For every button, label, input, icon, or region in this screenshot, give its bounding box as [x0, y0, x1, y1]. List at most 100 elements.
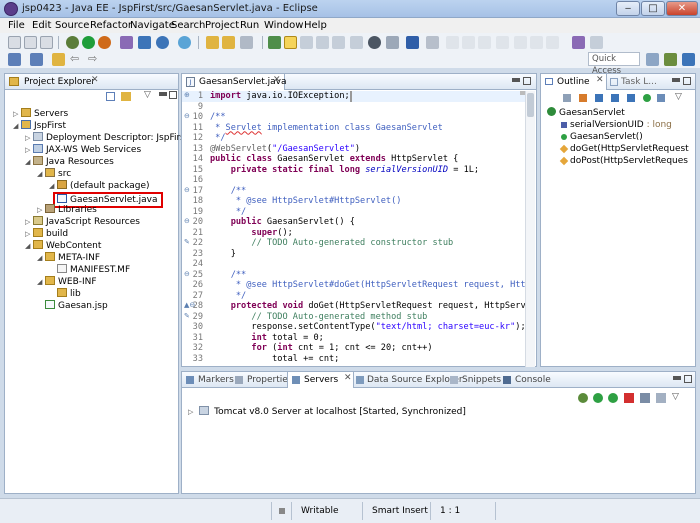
forward-icon[interactable]: ⇨: [88, 52, 97, 65]
outline-item[interactable]: GaesanServlet: [547, 107, 695, 119]
tree-item[interactable]: ◢ src: [13, 168, 178, 180]
outline-item[interactable]: GaesanServlet(): [547, 131, 695, 143]
tree-item[interactable]: ◢ WEB-INF: [13, 276, 178, 288]
tree-item[interactable]: ◢ META-INF: [13, 252, 178, 264]
close-icon[interactable]: ✕: [596, 75, 604, 85]
maximize-view-icon[interactable]: [684, 375, 692, 383]
expand-icon[interactable]: ▷: [25, 216, 33, 228]
tab-markers[interactable]: Markers: [198, 375, 234, 385]
search-icon[interactable]: [240, 36, 253, 49]
disconnect-icon[interactable]: [496, 36, 509, 49]
tab-properties[interactable]: Properties: [247, 375, 292, 385]
tab-snippets[interactable]: Snippets: [462, 375, 501, 385]
expand-icon[interactable]: ▷: [25, 132, 33, 144]
hide-nonpublic-icon[interactable]: [611, 94, 619, 102]
next-annotation-icon[interactable]: [8, 53, 21, 66]
minimize-view-icon[interactable]: [672, 78, 680, 82]
expand-icon[interactable]: ▷: [25, 228, 33, 240]
hide-local-types-icon[interactable]: [627, 94, 635, 102]
toggle-mark-icon[interactable]: [268, 36, 281, 49]
expand-icon[interactable]: ▷: [188, 408, 193, 416]
public-filter-icon[interactable]: [643, 94, 651, 102]
maximize-button[interactable]: □: [641, 1, 665, 16]
task-list-tab[interactable]: Task L...: [621, 77, 657, 87]
run-icon[interactable]: [82, 36, 95, 49]
publish-icon[interactable]: [640, 393, 650, 403]
collapse-icon[interactable]: ◢: [25, 156, 33, 168]
collapse-all-icon[interactable]: [106, 92, 115, 101]
project-explorer-tab[interactable]: Project Explorer ✕: [5, 74, 178, 90]
disconnect-icon[interactable]: [656, 393, 666, 403]
tree-item[interactable]: ▷ build: [13, 228, 178, 240]
menu-help[interactable]: Help: [304, 20, 327, 31]
editor-tab[interactable]: J GaesanServlet.java ✕: [182, 74, 287, 90]
close-icon[interactable]: ✕: [91, 75, 99, 85]
server-row[interactable]: ▷ Tomcat v8.0 Server at localhost [Start…: [188, 406, 466, 418]
menu-navigate[interactable]: Navigate: [130, 20, 175, 31]
tree-item[interactable]: ◢ Java Resources: [13, 156, 178, 168]
tasks-icon[interactable]: [572, 36, 585, 49]
tab-servers[interactable]: Servers ✕: [287, 372, 354, 388]
scrollbar-thumb[interactable]: [527, 93, 534, 117]
outline-tab[interactable]: Outline ✕: [541, 74, 607, 90]
code-area[interactable]: ⊕1import java.io.IOException;​9⊖10/**11 …: [182, 91, 526, 367]
collapse-icon[interactable]: ◢: [37, 276, 45, 288]
menu-search[interactable]: Search: [171, 20, 205, 31]
tree-item[interactable]: MANIFEST.MF: [13, 264, 178, 276]
menu-file[interactable]: File: [8, 20, 25, 31]
minimize-view-icon[interactable]: [512, 78, 520, 82]
link-icon[interactable]: [590, 36, 603, 49]
collapse-icon[interactable]: ◢: [25, 240, 33, 252]
grid-icon[interactable]: [386, 36, 399, 49]
outline-item[interactable]: doGet(HttpServletRequest: [547, 143, 695, 155]
web-browser-icon[interactable]: [178, 36, 191, 49]
coverage-icon[interactable]: [368, 36, 381, 49]
outline-item[interactable]: doPost(HttpServletReques: [547, 155, 695, 167]
maximize-view-icon[interactable]: [683, 77, 691, 85]
collapse-icon[interactable]: ◢: [37, 252, 45, 264]
expand-icon[interactable]: ▷: [37, 204, 45, 216]
javaee-perspective-icon[interactable]: [664, 53, 677, 66]
new-icon[interactable]: [8, 36, 21, 49]
maximize-view-icon[interactable]: [169, 91, 177, 99]
expand-icon[interactable]: ▷: [25, 144, 33, 156]
new-server-icon[interactable]: [120, 36, 133, 49]
step-into-icon[interactable]: [514, 36, 527, 49]
collapse-icon[interactable]: ◢: [13, 120, 21, 132]
menu-source[interactable]: Source: [55, 20, 89, 31]
tree-item[interactable]: Gaesan.jsp: [13, 300, 178, 312]
save-icon[interactable]: [24, 36, 37, 49]
tree-item[interactable]: ▷ JavaScript Resources: [13, 216, 178, 228]
step-return-icon[interactable]: [546, 36, 559, 49]
menu-edit[interactable]: Edit: [32, 20, 51, 31]
resume-icon[interactable]: [446, 36, 459, 49]
tree-item[interactable]: ▷ Servers: [13, 108, 178, 120]
tree-item[interactable]: ◢ WebContent: [13, 240, 178, 252]
pilcrow-icon[interactable]: [350, 36, 363, 49]
last-edit-icon[interactable]: [52, 53, 65, 66]
menu-run[interactable]: Run: [240, 20, 259, 31]
tab-console[interactable]: Console: [515, 375, 551, 385]
minimize-view-icon[interactable]: [159, 92, 167, 96]
link-editor-icon[interactable]: [657, 94, 665, 102]
block-select-icon[interactable]: [316, 36, 329, 49]
tab-data-source-explorer[interactable]: Data Source Explorer: [367, 375, 463, 385]
show-whitespace-icon[interactable]: [332, 36, 345, 49]
view-menu-icon[interactable]: ▽: [144, 90, 151, 100]
expand-icon[interactable]: ▷: [13, 108, 21, 120]
view-menu-icon[interactable]: ▽: [675, 92, 682, 102]
external-tools-icon[interactable]: [98, 36, 111, 49]
toggle-highlight-icon[interactable]: [284, 36, 297, 49]
open-perspective-icon[interactable]: [646, 53, 659, 66]
suspend-icon[interactable]: [462, 36, 475, 49]
tree-item[interactable]: ◢ JspFirst: [13, 120, 178, 132]
editor-scrollbar[interactable]: [525, 91, 535, 367]
console-icon[interactable]: [406, 36, 419, 49]
collapse-icon[interactable]: ◢: [37, 168, 45, 180]
open-task-icon[interactable]: [222, 36, 235, 49]
close-icon[interactable]: ✕: [273, 75, 281, 85]
tree-item[interactable]: ▷GaesanServlet.java: [13, 192, 178, 208]
tree-item[interactable]: lib: [13, 288, 178, 300]
maximize-view-icon[interactable]: [523, 77, 531, 85]
tree-item[interactable]: ◢ (default package): [13, 180, 178, 192]
